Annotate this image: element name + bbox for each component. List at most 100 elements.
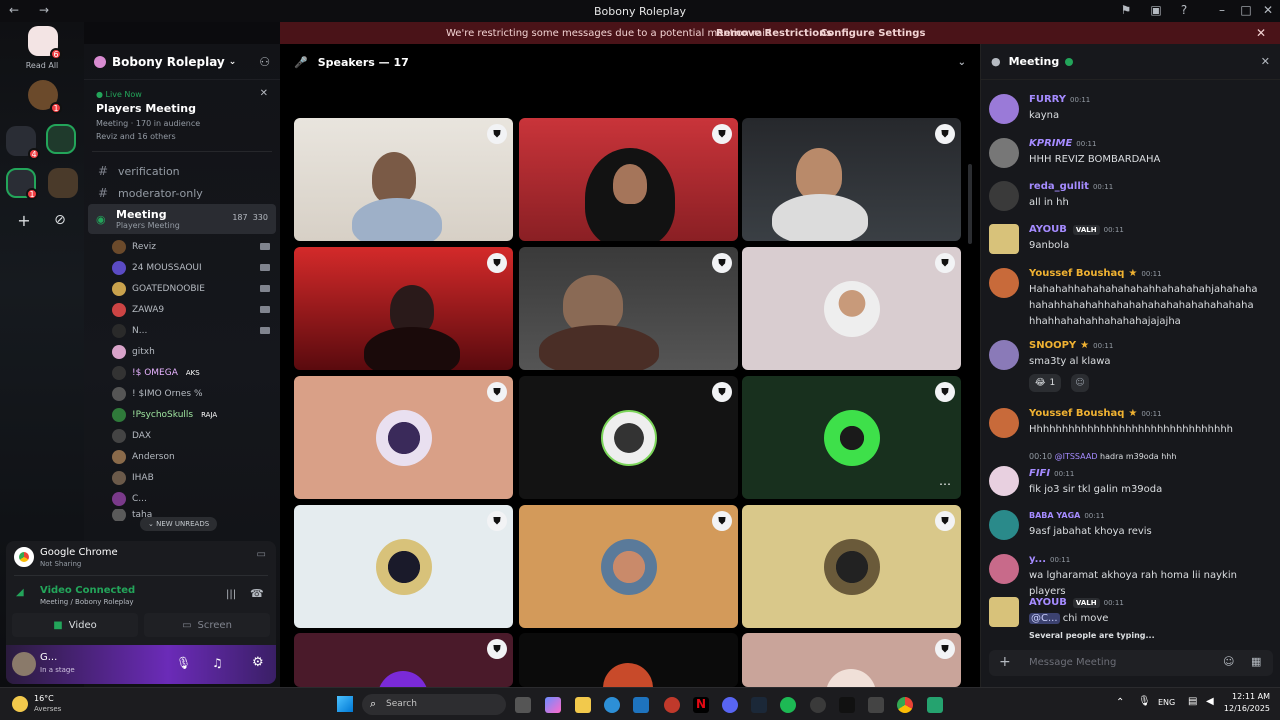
moderator-shield-icon[interactable]: ⛊ [712, 382, 732, 402]
speaker-tile[interactable]: ⛊ [742, 118, 961, 241]
server-folder[interactable]: 4 [6, 126, 40, 160]
message-author[interactable]: Youssef Boushaq ★ 00:11 [1029, 268, 1162, 279]
message-author[interactable]: Youssef Boushaq ★ 00:11 [1029, 408, 1162, 419]
moderator-shield-icon[interactable]: ⛊ [935, 511, 955, 531]
speaker-tile[interactable]: ⛊ [294, 633, 513, 687]
message-author[interactable]: KPRIME 00:11 [1029, 138, 1096, 149]
moderator-shield-icon[interactable]: ⛊ [712, 124, 732, 144]
file-explorer-icon[interactable] [575, 697, 591, 713]
speaker-tile[interactable]: ⛊ [519, 376, 738, 499]
avatar[interactable] [989, 466, 1019, 496]
speaker-tile[interactable]: ⛊ [519, 505, 738, 628]
member-row[interactable]: IHAB [84, 467, 280, 488]
server-folder-3[interactable] [48, 168, 78, 198]
add-attachment-icon[interactable]: + [999, 654, 1011, 670]
configure-settings-link[interactable]: Configure Settings [820, 28, 925, 39]
member-row[interactable]: 24 MOUSSAOUI [84, 257, 280, 278]
minimize-icon[interactable]: – [1212, 3, 1232, 17]
inbox-icon[interactable]: ⚑ [1116, 3, 1136, 17]
taskbar-search[interactable]: ⌕ Search [362, 694, 506, 715]
more-options-icon[interactable]: ⋯ [939, 477, 951, 491]
member-row[interactable]: GOATEDNOOBIE [84, 278, 280, 299]
app-icon[interactable] [868, 697, 884, 713]
member-row[interactable]: N... [84, 320, 280, 341]
windows-start-icon[interactable] [337, 696, 353, 712]
speaker-tile[interactable]: ⛊ [742, 247, 961, 370]
discord-icon[interactable] [722, 697, 738, 713]
notepad-icon[interactable] [927, 697, 943, 713]
moderator-shield-icon[interactable]: ⛊ [487, 382, 507, 402]
speaker-tile[interactable] [519, 633, 738, 687]
video-button[interactable]: ■ Video [12, 613, 138, 637]
avatar[interactable] [989, 268, 1019, 298]
guild-header[interactable]: Bobony Roleplay ⌄ ⚇ [84, 44, 280, 80]
server-avatar[interactable]: 1 [28, 80, 62, 114]
screen-button[interactable]: ▭ Screen [144, 613, 270, 637]
speaker-tile[interactable]: ⛊ [519, 247, 738, 370]
message-author[interactable]: BABA YAGA 00:11 [1029, 510, 1105, 521]
netflix-icon[interactable]: N [693, 697, 709, 713]
speaker-tile[interactable]: ⛊ [294, 247, 513, 370]
close-chat-icon[interactable]: ✕ [1261, 55, 1270, 68]
screen-icon[interactable]: ▣ [1146, 3, 1166, 17]
read-all-icon[interactable]: 6 [28, 26, 62, 60]
discover-icon[interactable]: ⊘ [48, 208, 72, 232]
member-row[interactable]: C... [84, 488, 280, 509]
speaker-tile[interactable]: ⛊ [742, 633, 961, 687]
live-stage-card[interactable]: ✕ ● Live Now Players Meeting Meeting · 1… [90, 86, 274, 145]
copilot-icon[interactable] [545, 697, 561, 713]
scrollbar[interactable] [968, 164, 972, 244]
chevron-down-icon[interactable]: ⌄ [958, 57, 966, 68]
store-icon[interactable] [633, 697, 649, 713]
avatar[interactable] [989, 340, 1019, 370]
member-row[interactable]: ! $IMO Ornes % [84, 383, 280, 404]
avatar[interactable] [989, 94, 1019, 124]
bobony-server-icon[interactable] [46, 124, 76, 154]
message-author[interactable]: SNOOPY ★ 00:11 [1029, 340, 1113, 351]
maximize-icon[interactable]: □ [1236, 3, 1256, 17]
member-row[interactable]: !$ OMEGA AKS [84, 362, 280, 383]
channel-verification[interactable]: # verification [88, 160, 276, 182]
member-row[interactable]: DAX [84, 425, 280, 446]
app-icon[interactable] [810, 697, 826, 713]
noise-suppression-icon[interactable]: ||| [226, 589, 236, 600]
message-author[interactable]: FIFI 00:11 [1029, 468, 1074, 479]
moderator-shield-icon[interactable]: ⛊ [487, 253, 507, 273]
reaction-chip[interactable]: 😂 1 [1029, 374, 1062, 392]
avatar[interactable] [989, 138, 1019, 168]
task-view-icon[interactable] [515, 697, 531, 713]
new-unreads-pill[interactable]: ⌄ NEW UNREADS [140, 517, 218, 531]
speaker-tile[interactable]: ⛊ [294, 118, 513, 241]
volume-icon[interactable]: ◀ [1206, 696, 1214, 707]
moderator-shield-icon[interactable]: ⛊ [935, 124, 955, 144]
message-author[interactable]: AYOUB VALH 00:11 [1029, 224, 1124, 235]
chrome-taskbar-icon[interactable] [897, 697, 913, 713]
reply-preview[interactable]: 00:10 @ITSSAAD hadra m39oda hhh [1029, 452, 1176, 461]
add-reaction-icon[interactable]: ☺ [1071, 374, 1089, 392]
disconnect-icon[interactable]: ☎ [250, 587, 264, 600]
steam-icon[interactable] [751, 697, 767, 713]
chat-input-box[interactable]: + Message Meeting ☺ ▦ [989, 650, 1273, 676]
member-row[interactable]: Reviz [84, 236, 280, 257]
close-live-icon[interactable]: ✕ [260, 88, 268, 99]
member-row[interactable]: Anderson [84, 446, 280, 467]
help-icon[interactable]: ? [1174, 3, 1194, 17]
user-avatar[interactable] [12, 652, 36, 676]
chevron-up-icon[interactable]: ⌃ [1116, 697, 1124, 708]
moderator-shield-icon[interactable]: ⛊ [935, 253, 955, 273]
remove-restrictions-link[interactable]: Remove Restrictions [716, 28, 832, 39]
spotify-icon[interactable] [780, 697, 796, 713]
speaker-tile[interactable]: ⛊ [742, 505, 961, 628]
close-banner-icon[interactable]: ✕ [1256, 26, 1266, 40]
apps-icon[interactable]: ▦ [1251, 655, 1261, 668]
message-author[interactable]: y... 00:11 [1029, 554, 1070, 565]
mention[interactable]: @C... [1029, 613, 1060, 624]
moderator-shield-icon[interactable]: ⛊ [712, 511, 732, 531]
speaker-tile[interactable]: ⛊ [519, 118, 738, 241]
settings-gear-icon[interactable]: ⚙ [252, 655, 264, 670]
member-row[interactable]: !PsychoSkulls RAJA [84, 404, 280, 425]
wifi-icon[interactable]: ▤ [1188, 696, 1197, 707]
emoji-icon[interactable]: ☺ [1223, 655, 1234, 668]
clock-date[interactable]: 12/16/2025 [1216, 704, 1270, 713]
connection-location[interactable]: Meeting / Bobony Roleplay [40, 598, 134, 606]
